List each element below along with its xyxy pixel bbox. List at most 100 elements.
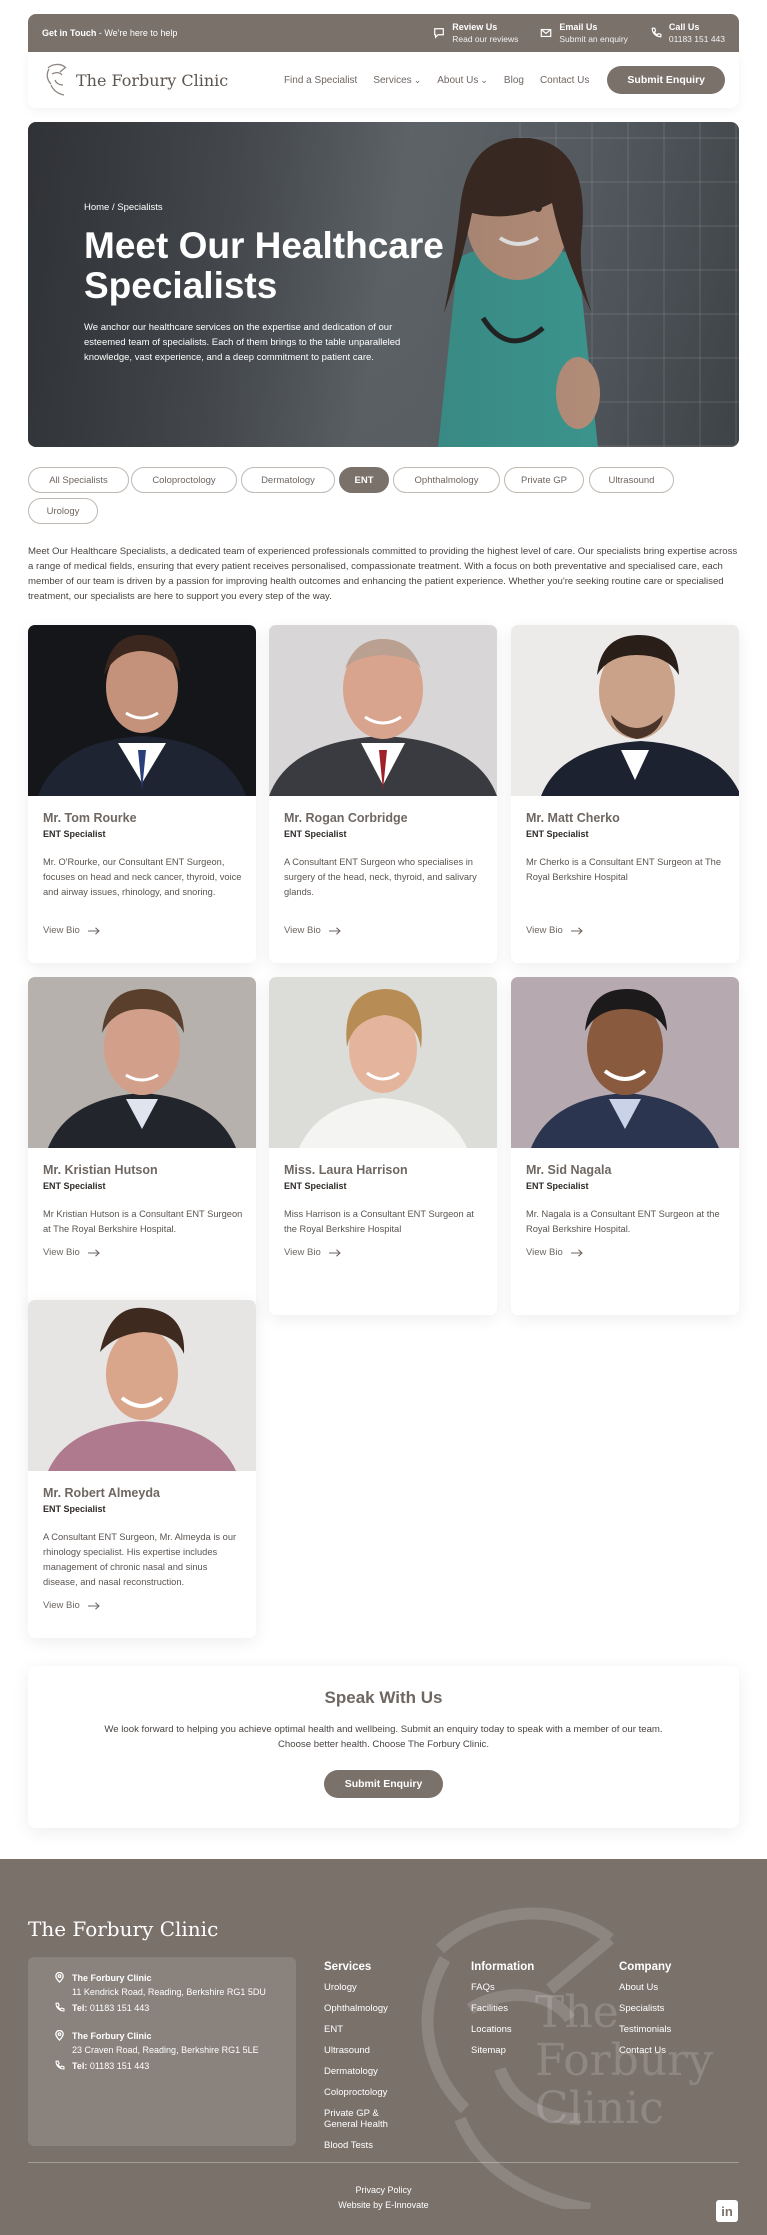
location-2-phone[interactable]: Tel: 01183 151 443 bbox=[54, 2059, 296, 2073]
view-bio-link[interactable]: View Bio bbox=[526, 1247, 583, 1258]
filter-private-gp[interactable]: Private GP bbox=[504, 467, 584, 493]
footer-link[interactable]: Urology bbox=[324, 1977, 424, 1998]
footer-link[interactable]: Dermatology bbox=[324, 2061, 424, 2082]
specialist-name: Mr. Matt Cherko bbox=[526, 811, 620, 825]
location-2: The Forbury Clinic 23 Craven Road, Readin… bbox=[54, 2029, 296, 2057]
filter-ultrasound[interactable]: Ultrasound bbox=[589, 467, 674, 493]
specialist-role: ENT Specialist bbox=[526, 1181, 589, 1191]
location-1: The Forbury Clinic 11 Kendrick Road, Read… bbox=[54, 1971, 296, 1999]
arrow-right-icon bbox=[570, 926, 583, 935]
specialist-description: Mr Kristian Hutson is a Consultant ENT S… bbox=[43, 1209, 243, 1234]
footer-addresses: The Forbury Clinic 11 Kendrick Road, Read… bbox=[28, 1957, 296, 2146]
review-us-link[interactable]: Review Us Read our reviews bbox=[433, 21, 518, 45]
phone-icon bbox=[651, 27, 662, 38]
specialist-card: Mr. Tom Rourke ENT Specialist Mr. O'Rour… bbox=[28, 625, 256, 963]
nav-find-specialist[interactable]: Find a Specialist bbox=[284, 75, 357, 86]
specialist-card: Mr. Robert Almeyda ENT Specialist A Cons… bbox=[28, 1300, 256, 1638]
privacy-policy-link[interactable]: Privacy Policy bbox=[0, 2183, 767, 2198]
specialist-role: ENT Specialist bbox=[284, 1181, 347, 1191]
footer-link[interactable]: Ophthalmology bbox=[324, 1998, 424, 2019]
breadcrumb[interactable]: Home / Specialists bbox=[84, 202, 163, 213]
view-bio-link[interactable]: View Bio bbox=[284, 1247, 341, 1258]
nav-services[interactable]: Services bbox=[373, 75, 421, 86]
footer-link[interactable]: Specialists bbox=[619, 1998, 671, 2019]
view-bio-link[interactable]: View Bio bbox=[284, 925, 341, 936]
location-pin-icon bbox=[55, 1972, 64, 1983]
view-bio-link[interactable]: View Bio bbox=[43, 925, 100, 936]
intro-paragraph: Meet Our Healthcare Specialists, a dedic… bbox=[28, 546, 738, 602]
hero-banner: Home / Specialists Meet Our Healthcare S… bbox=[28, 122, 739, 447]
mail-icon bbox=[541, 28, 552, 38]
nav-about-us[interactable]: About Us bbox=[437, 75, 488, 86]
specialist-name: Mr. Rogan Corbridge bbox=[284, 811, 408, 825]
specialist-role: ENT Specialist bbox=[43, 1181, 106, 1191]
footer-link[interactable]: Testimonials bbox=[619, 2019, 671, 2040]
nav-contact-us[interactable]: Contact Us bbox=[540, 75, 589, 86]
filter-coloproctology[interactable]: Coloproctology bbox=[131, 467, 237, 493]
location-1-phone[interactable]: Tel: 01183 151 443 bbox=[54, 2001, 296, 2015]
phone-icon bbox=[55, 2060, 65, 2070]
specialist-card: Mr. Kristian Hutson ENT Specialist Mr Kr… bbox=[28, 977, 256, 1315]
speak-submit-enquiry-button[interactable]: Submit Enquiry bbox=[323, 1770, 444, 1798]
nav-blog[interactable]: Blog bbox=[504, 75, 524, 86]
contact-topbar: Get in Touch - We're here to help Review… bbox=[28, 14, 739, 52]
logo[interactable]: The Forbury Clinic bbox=[42, 60, 268, 100]
website-credit-link[interactable]: Website by E-Innovate bbox=[0, 2198, 767, 2213]
footer-link[interactable]: ENT bbox=[324, 2019, 424, 2040]
specialist-card: Mr. Sid Nagala ENT Specialist Mr. Nagala… bbox=[511, 977, 739, 1315]
specialist-role: ENT Specialist bbox=[526, 829, 589, 839]
footer-link[interactable]: Blood Tests bbox=[324, 2135, 424, 2156]
email-us-link[interactable]: Email Us Submit an enquiry bbox=[540, 21, 628, 45]
specialist-photo bbox=[28, 625, 256, 796]
arrow-right-icon bbox=[328, 926, 341, 935]
view-bio-link[interactable]: View Bio bbox=[43, 1247, 100, 1258]
speak-text: We look forward to helping you achieve o… bbox=[104, 1724, 663, 1750]
footer-divider bbox=[28, 2162, 739, 2163]
filter-dermatology[interactable]: Dermatology bbox=[241, 467, 335, 493]
footer-link[interactable]: Facilities bbox=[471, 1998, 534, 2019]
footer-company-title: Company bbox=[619, 1961, 672, 1973]
footer-link[interactable]: Coloproctology bbox=[324, 2082, 424, 2103]
specialist-photo bbox=[511, 625, 739, 796]
specialist-name: Mr. Sid Nagala bbox=[526, 1163, 612, 1177]
footer-link[interactable]: Ultrasound bbox=[324, 2040, 424, 2061]
footer-logo[interactable]: The Forbury Clinic bbox=[28, 1917, 218, 1941]
specialist-role: ENT Specialist bbox=[43, 1504, 106, 1514]
chat-icon bbox=[434, 28, 445, 39]
filter-urology[interactable]: Urology bbox=[28, 498, 98, 524]
specialist-description: Miss Harrison is a Consultant ENT Surgeo… bbox=[284, 1209, 474, 1234]
arrow-right-icon bbox=[87, 1601, 100, 1610]
specialist-card: Mr. Rogan Corbridge ENT Specialist A Con… bbox=[269, 625, 497, 963]
view-bio-link[interactable]: View Bio bbox=[43, 1600, 100, 1611]
filter-all-specialists[interactable]: All Specialists bbox=[28, 467, 129, 493]
arrow-right-icon bbox=[570, 1248, 583, 1257]
linkedin-icon[interactable]: in bbox=[716, 2200, 738, 2222]
call-us-link[interactable]: Call Us 01183 151 443 bbox=[650, 21, 725, 45]
filter-ophthalmology[interactable]: Ophthalmology bbox=[393, 467, 500, 493]
footer-link[interactable]: Locations bbox=[471, 2019, 534, 2040]
speak-with-us-section: Speak With Us We look forward to helping… bbox=[28, 1666, 739, 1828]
specialist-name: Mr. Kristian Hutson bbox=[43, 1163, 158, 1177]
speak-title: Speak With Us bbox=[324, 1688, 443, 1707]
submit-enquiry-button[interactable]: Submit Enquiry bbox=[607, 66, 725, 94]
specialist-photo bbox=[28, 1300, 256, 1471]
footer-link[interactable]: About Us bbox=[619, 1977, 671, 1998]
footer-link[interactable]: Private GP & General Health bbox=[324, 2103, 402, 2135]
specialist-photo bbox=[269, 625, 497, 796]
clinic-logo-icon bbox=[46, 63, 67, 96]
specialist-description: A Consultant ENT Surgeon who specialises… bbox=[284, 857, 477, 897]
page: Get in Touch - We're here to help Review… bbox=[0, 0, 767, 2235]
get-in-touch: Get in Touch - We're here to help bbox=[42, 28, 178, 38]
footer-services-title: Services bbox=[324, 1961, 372, 1973]
filter-ent[interactable]: ENT bbox=[339, 467, 389, 493]
specialist-role: ENT Specialist bbox=[43, 829, 106, 839]
footer-link[interactable]: Contact Us bbox=[619, 2040, 671, 2061]
logo-text: The Forbury Clinic bbox=[76, 70, 229, 90]
specialist-description: Mr. O'Rourke, our Consultant ENT Surgeon… bbox=[43, 857, 242, 897]
specialist-card: Mr. Matt Cherko ENT Specialist Mr Cherko… bbox=[511, 625, 739, 963]
specialist-photo bbox=[511, 977, 739, 1148]
footer-bottom: Privacy Policy Website by E-Innovate bbox=[0, 2183, 767, 2213]
footer-link[interactable]: FAQs bbox=[471, 1977, 534, 1998]
footer-link[interactable]: Sitemap bbox=[471, 2040, 534, 2061]
view-bio-link[interactable]: View Bio bbox=[526, 925, 583, 936]
